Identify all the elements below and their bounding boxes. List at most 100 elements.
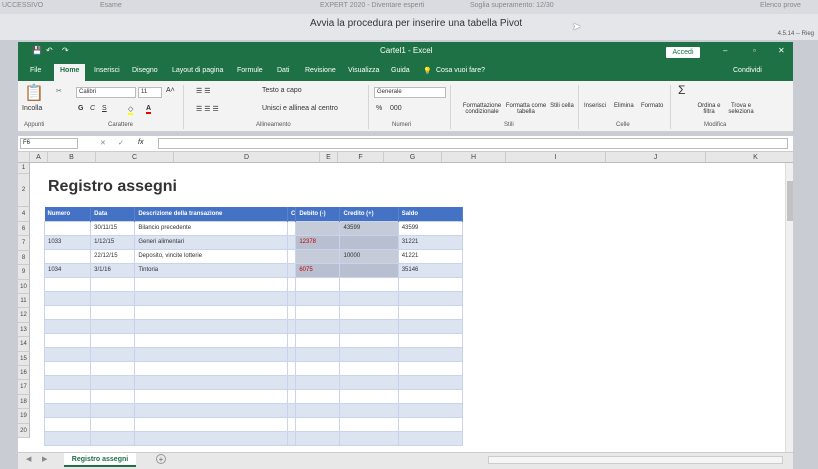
table-cell[interactable] <box>286 388 297 404</box>
table-cell[interactable] <box>90 416 136 432</box>
column-header[interactable]: I <box>506 152 606 163</box>
table-cell[interactable] <box>397 388 464 404</box>
column-header-cell[interactable]: Saldo <box>398 207 464 221</box>
column-header[interactable]: K <box>706 152 793 163</box>
column-header[interactable]: D <box>174 152 320 163</box>
table-cell[interactable] <box>286 402 297 418</box>
row-header[interactable]: 8 <box>18 250 30 266</box>
column-header-cell[interactable]: Descrizione della transazione <box>134 207 288 221</box>
table-cell[interactable] <box>339 234 399 250</box>
column-header[interactable]: H <box>442 152 506 163</box>
table-cell[interactable] <box>339 388 399 404</box>
bold-button[interactable]: G <box>78 105 83 112</box>
column-header-cell[interactable]: Data <box>90 207 136 221</box>
table-cell[interactable]: 43599 <box>397 220 464 236</box>
fill-color-icon[interactable]: ◇ <box>128 105 134 115</box>
vertical-scrollbar[interactable] <box>785 163 793 452</box>
table-cell[interactable] <box>134 430 288 446</box>
cut-icon[interactable]: ✂ <box>56 87 62 95</box>
table-cell[interactable] <box>397 332 464 348</box>
table-cell[interactable] <box>90 318 136 334</box>
row-header[interactable]: 11 <box>18 294 30 309</box>
enter-icon[interactable]: ✓ <box>118 139 124 147</box>
tab-draw[interactable]: Disegno <box>132 67 158 74</box>
table-cell[interactable] <box>339 402 399 418</box>
conditional-format-button[interactable]: Formattazione condizionale <box>456 103 508 115</box>
tell-me-input[interactable]: Cosa vuoi fare? <box>436 67 485 74</box>
table-cell[interactable] <box>90 332 136 348</box>
font-size-select[interactable]: 11 <box>138 87 162 98</box>
table-cell[interactable] <box>295 276 341 292</box>
table-cell[interactable] <box>397 430 464 446</box>
table-cell[interactable] <box>43 318 92 334</box>
table-cell[interactable] <box>134 276 288 292</box>
tab-view[interactable]: Visualizza <box>348 67 379 74</box>
table-cell[interactable] <box>295 402 341 418</box>
row-header[interactable]: 2 <box>18 174 30 207</box>
table-cell[interactable] <box>43 304 92 320</box>
table-cell[interactable] <box>286 248 297 264</box>
undo-icon[interactable]: ↶ <box>46 46 53 55</box>
percent-button[interactable]: % <box>376 105 382 112</box>
table-cell[interactable] <box>295 430 341 446</box>
next-sheet-icon[interactable]: ▶ <box>42 455 47 463</box>
table-cell[interactable] <box>43 220 92 236</box>
scroll-thumb[interactable] <box>787 181 793 221</box>
cancel-icon[interactable]: ✕ <box>100 139 106 147</box>
table-cell[interactable] <box>43 290 92 306</box>
table-cell[interactable] <box>134 388 288 404</box>
table-cell[interactable] <box>43 360 92 376</box>
row-header[interactable]: 13 <box>18 322 30 338</box>
table-cell[interactable] <box>339 262 399 278</box>
table-cell[interactable] <box>134 290 288 306</box>
row-header[interactable]: 9 <box>18 265 30 280</box>
row-header[interactable]: 4 <box>18 207 30 222</box>
table-cell[interactable] <box>339 332 399 348</box>
table-cell[interactable] <box>286 346 297 362</box>
table-cell[interactable] <box>286 290 297 306</box>
table-cell[interactable] <box>397 416 464 432</box>
row-header[interactable]: 6 <box>18 222 30 237</box>
table-cell[interactable] <box>339 360 399 376</box>
row-header[interactable]: 19 <box>18 409 30 424</box>
table-cell[interactable] <box>134 346 288 362</box>
table-cell[interactable] <box>295 416 341 432</box>
column-header[interactable]: B <box>48 152 96 163</box>
table-cell[interactable] <box>134 318 288 334</box>
table-cell[interactable] <box>90 402 136 418</box>
table-cell[interactable] <box>43 388 92 404</box>
sort-filter-button[interactable]: Ordina e filtra <box>694 103 724 115</box>
tab-home[interactable]: Home <box>54 64 86 81</box>
table-cell[interactable] <box>397 374 464 390</box>
table-cell[interactable] <box>134 416 288 432</box>
sign-in-button[interactable]: Accedi <box>666 47 700 58</box>
table-cell[interactable] <box>43 374 92 390</box>
table-cell[interactable] <box>295 304 341 320</box>
table-cell[interactable] <box>43 430 92 446</box>
sheet-title-cell[interactable]: Registro assegni <box>48 178 177 196</box>
table-cell[interactable] <box>134 374 288 390</box>
worksheet-grid[interactable]: ABCDEFGHIJKLM 12467891011121314151617181… <box>18 152 793 452</box>
table-cell[interactable]: Bilancio precedente <box>134 220 288 236</box>
row-header[interactable]: 18 <box>18 394 30 410</box>
table-cell[interactable] <box>134 402 288 418</box>
format-as-table-button[interactable]: Formatta come tabella <box>502 103 550 115</box>
table-cell[interactable] <box>286 430 297 446</box>
column-header[interactable]: E <box>320 152 338 163</box>
table-cell[interactable]: 12378 <box>295 234 341 250</box>
table-cell[interactable]: 35146 <box>397 262 464 278</box>
table-cell[interactable] <box>397 402 464 418</box>
table-cell[interactable] <box>397 346 464 362</box>
table-cell[interactable] <box>397 318 464 334</box>
table-cell[interactable] <box>339 318 399 334</box>
redo-icon[interactable]: ↷ <box>62 46 69 55</box>
table-cell[interactable] <box>339 304 399 320</box>
column-header-cell[interactable]: Numero <box>44 207 92 221</box>
column-header-cell[interactable]: C <box>287 207 297 221</box>
cell-styles-button[interactable]: Stili cella <box>550 103 574 109</box>
table-cell[interactable] <box>295 290 341 306</box>
table-cell[interactable] <box>90 304 136 320</box>
minimize-button[interactable]: – <box>723 46 727 55</box>
table-cell[interactable] <box>286 318 297 334</box>
table-cell[interactable]: Tintoria <box>134 262 288 278</box>
